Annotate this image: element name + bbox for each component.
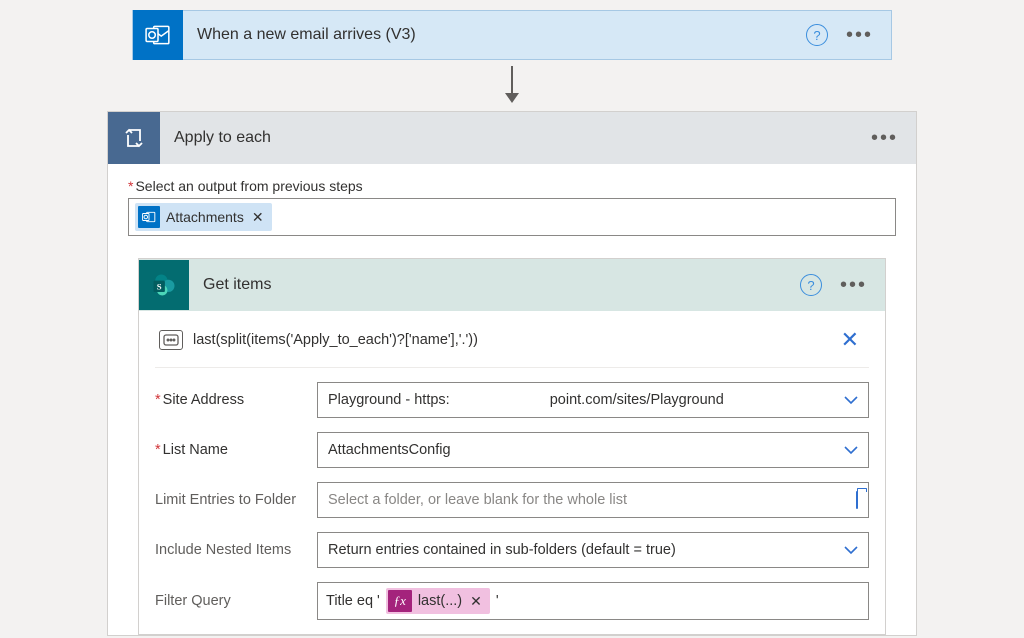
get-items-header[interactable]: S Get items ? ••• <box>139 259 885 311</box>
expression-token[interactable]: ƒx last(...) ✕ <box>386 588 490 614</box>
apply-to-each-title: Apply to each <box>160 129 871 147</box>
chevron-down-icon <box>844 442 858 458</box>
select-output-label: *Select an output from previous steps <box>128 178 896 194</box>
close-icon[interactable]: ✕ <box>841 327 865 353</box>
more-menu[interactable]: ••• <box>846 30 873 40</box>
list-name-row: *List Name AttachmentsConfig <box>155 432 869 468</box>
trigger-card[interactable]: When a new email arrives (V3) ? ••• <box>132 10 892 60</box>
expression-icon <box>159 330 183 350</box>
nested-items-row: Include Nested Items Return entries cont… <box>155 532 869 568</box>
help-icon[interactable]: ? <box>800 274 822 296</box>
svg-text:S: S <box>157 281 162 291</box>
expression-text: last(split(items('Apply_to_each')?['name… <box>193 332 831 348</box>
flow-arrow <box>511 66 513 101</box>
folder-icon <box>856 492 858 508</box>
remove-token-icon[interactable]: ✕ <box>252 209 264 226</box>
site-address-picker[interactable]: Playground - https: point.com/sites/Play… <box>317 382 869 418</box>
help-icon[interactable]: ? <box>806 24 828 46</box>
filter-query-row: Filter Query Title eq ' ƒx last(...) ✕ ' <box>155 582 869 620</box>
remove-token-icon[interactable]: ✕ <box>470 593 482 610</box>
outlook-icon <box>138 206 160 228</box>
filter-prefix: Title eq ' <box>326 593 380 609</box>
chevron-down-icon <box>844 542 858 558</box>
select-output-input[interactable]: Attachments ✕ <box>128 198 896 236</box>
apply-to-each-card: Apply to each ••• *Select an output from… <box>107 111 917 636</box>
nested-items-picker[interactable]: Return entries contained in sub-folders … <box>317 532 869 568</box>
trigger-title: When a new email arrives (V3) <box>183 26 806 44</box>
more-menu[interactable]: ••• <box>840 280 867 290</box>
list-name-picker[interactable]: AttachmentsConfig <box>317 432 869 468</box>
filter-suffix: ' <box>496 593 499 609</box>
expression-label: last(...) <box>418 593 462 609</box>
site-address-row: *Site Address Playground - https: point.… <box>155 382 869 418</box>
fx-icon: ƒx <box>388 590 412 612</box>
get-items-title: Get items <box>189 276 800 294</box>
expression-peek-bar: last(split(items('Apply_to_each')?['name… <box>155 325 869 368</box>
apply-to-each-header[interactable]: Apply to each ••• <box>108 112 916 164</box>
loop-icon <box>108 112 160 164</box>
filter-query-input[interactable]: Title eq ' ƒx last(...) ✕ ' <box>317 582 869 620</box>
token-label: Attachments <box>166 209 244 225</box>
limit-folder-picker[interactable]: Select a folder, or leave blank for the … <box>317 482 869 518</box>
chevron-down-icon <box>844 392 858 408</box>
more-menu[interactable]: ••• <box>871 133 898 143</box>
limit-folder-row: Limit Entries to Folder Select a folder,… <box>155 482 869 518</box>
get-items-card: S Get items ? ••• <box>138 258 886 635</box>
sharepoint-icon: S <box>139 260 189 310</box>
attachments-token[interactable]: Attachments ✕ <box>135 203 272 231</box>
outlook-icon <box>133 10 183 60</box>
